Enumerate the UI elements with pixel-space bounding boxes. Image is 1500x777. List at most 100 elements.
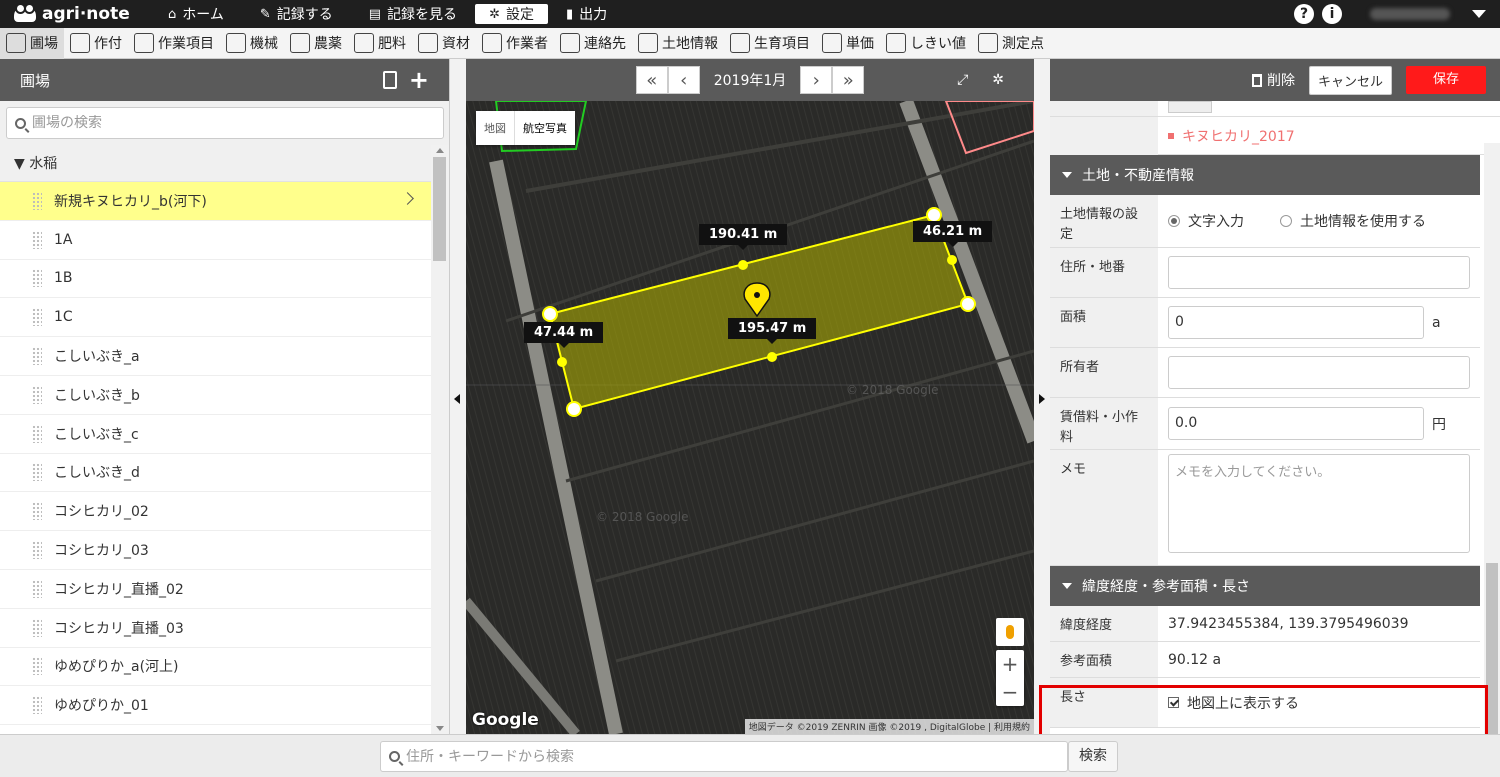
map-attribution[interactable]: 地図データ ©2019 ZENRIN 画像 ©2019 , DigitalGlo… (744, 719, 1034, 734)
category-npk[interactable]: 肥料 (348, 28, 412, 59)
list-item[interactable]: コシヒカリ_直播_02 (0, 570, 432, 609)
category-list[interactable]: 作付 (64, 28, 128, 59)
user-name-blurred[interactable] (1370, 8, 1450, 20)
list-item[interactable]: こしいぶき_c (0, 415, 432, 454)
cancel-button[interactable]: キャンセル (1308, 65, 1392, 95)
category-tractor[interactable]: 機械 (220, 28, 284, 59)
address-input[interactable] (1168, 256, 1470, 289)
scroll-down-icon[interactable] (436, 726, 444, 731)
help-icon[interactable]: ? (1294, 4, 1314, 24)
category-chart[interactable]: しきい値 (880, 28, 972, 59)
category-pin[interactable]: 圃場 (0, 27, 64, 59)
list-item[interactable]: コシヒカリ_03 (0, 531, 432, 570)
list-item[interactable]: こしいぶき_b (0, 376, 432, 415)
crop-tag[interactable]: キヌヒカリ_2017 (1168, 126, 1295, 146)
zoom-out-button[interactable]: − (996, 678, 1024, 706)
drag-handle-icon[interactable] (32, 696, 42, 715)
area-input[interactable]: 0 (1168, 306, 1424, 339)
prev-month-button[interactable]: ‹ (667, 66, 700, 94)
address-search-input[interactable] (406, 748, 1059, 765)
drag-handle-icon[interactable] (32, 347, 42, 366)
vertex-handle[interactable] (960, 296, 976, 312)
satellite-map[interactable]: © 2018 Google © 2018 Google 地図 航空写真 190.… (466, 98, 1034, 734)
next-month-button[interactable]: › (800, 66, 833, 94)
list-item[interactable]: 1C (0, 298, 432, 338)
memo-textarea[interactable]: メモを入力してください。 (1168, 454, 1470, 553)
drag-handle-icon[interactable] (32, 579, 42, 598)
radio-text-input[interactable] (1168, 215, 1180, 227)
user-menu-caret-icon[interactable] (1472, 10, 1486, 18)
category-work[interactable]: 作業項目 (128, 28, 220, 59)
drag-handle-icon[interactable] (32, 541, 42, 560)
field-search-input[interactable] (32, 115, 435, 131)
add-field-button[interactable]: + (409, 68, 429, 92)
vertex-handle[interactable] (542, 306, 558, 322)
drag-handle-icon[interactable] (32, 502, 42, 521)
nav-item-4[interactable]: ▮ 出力 (548, 0, 625, 28)
category-plant[interactable]: 生育項目 (724, 28, 816, 59)
drag-handle-icon[interactable] (32, 269, 42, 288)
rent-input[interactable]: 0.0 (1168, 407, 1424, 440)
scroll-thumb[interactable] (433, 157, 446, 261)
list-item[interactable]: 1B (0, 260, 432, 299)
nav-item-3[interactable]: ✲ 設定 (475, 4, 548, 24)
list-group-rice[interactable]: ▼ 水稲 (0, 145, 432, 182)
drag-handle-icon[interactable] (32, 657, 42, 676)
section-geo-info[interactable]: 緯度経度・参考面積・長さ (1050, 566, 1480, 606)
category-land[interactable]: 土地情報 (632, 28, 724, 59)
list-item[interactable]: 新規キヌヒカリ_b(河下) (0, 182, 432, 221)
drag-handle-icon[interactable] (32, 463, 42, 482)
category-wheelbarrow[interactable]: 資材 (412, 28, 476, 59)
list-item[interactable]: コシヒカリ_02 (0, 492, 432, 532)
map-settings-gear-icon[interactable]: ✲ (992, 72, 1004, 88)
prev-year-button[interactable]: « (635, 66, 668, 94)
list-item[interactable]: ゆめぴりか_a(河上) (0, 648, 432, 687)
next-year-button[interactable]: » (832, 66, 865, 94)
truncated-button[interactable] (1168, 101, 1212, 113)
zoom-in-button[interactable]: + (996, 650, 1024, 678)
drag-handle-icon[interactable] (32, 191, 42, 210)
detail-scrollbar[interactable] (1484, 143, 1500, 734)
list-item[interactable]: ゆめぴりか_01 (0, 686, 432, 726)
midpoint-handle[interactable] (947, 255, 957, 265)
drag-handle-icon[interactable] (32, 618, 42, 637)
drag-handle-icon[interactable] (32, 385, 42, 404)
vertex-handle[interactable] (566, 401, 582, 417)
category-marker[interactable]: 測定点 (972, 28, 1050, 59)
save-button[interactable]: 保存 (1406, 66, 1486, 94)
list-item[interactable]: こしいぶき_d (0, 454, 432, 493)
fullscreen-icon[interactable]: ⤢ (957, 72, 968, 88)
collapse-left-panel-toggle[interactable] (450, 59, 466, 734)
import-icon[interactable] (382, 71, 397, 89)
info-icon[interactable]: i (1322, 4, 1342, 24)
midpoint-handle[interactable] (557, 357, 567, 367)
midpoint-handle[interactable] (767, 352, 777, 362)
vertex-handle[interactable] (926, 207, 942, 223)
nav-item-1[interactable]: ✎ 記録する (242, 0, 351, 28)
app-logo[interactable]: agri·note (0, 3, 150, 24)
drag-handle-icon[interactable] (32, 424, 42, 443)
nav-item-0[interactable]: ⌂ ホーム (150, 0, 242, 28)
category-yen[interactable]: 単価 (816, 28, 880, 59)
category-person[interactable]: 作業者 (476, 28, 554, 59)
midpoint-handle[interactable] (738, 260, 748, 270)
field-list-scrollbar[interactable] (431, 145, 449, 734)
drag-handle-icon[interactable] (32, 230, 42, 249)
drag-handle-icon[interactable] (32, 308, 42, 327)
list-item[interactable]: こしいぶき_a (0, 337, 432, 376)
map-type-map[interactable]: 地図 (476, 111, 515, 145)
radio-use-land-info[interactable] (1280, 215, 1292, 227)
search-button[interactable]: 検索 (1068, 741, 1118, 772)
list-item[interactable]: 1A (0, 221, 432, 260)
list-item[interactable]: コシヒカリ_直播_03 (0, 609, 432, 648)
category-phone[interactable]: 連絡先 (554, 28, 632, 59)
owner-input[interactable] (1168, 356, 1470, 389)
section-land-info[interactable]: 土地・不動産情報 (1050, 155, 1480, 195)
map-type-aerial[interactable]: 航空写真 (515, 111, 575, 145)
street-view-pegman-icon[interactable] (996, 618, 1024, 646)
nav-item-2[interactable]: ▤ 記録を見る (351, 0, 475, 28)
collapse-right-panel-toggle[interactable] (1034, 59, 1050, 734)
delete-button[interactable]: 削除 (1251, 70, 1295, 90)
scroll-up-icon[interactable] (436, 148, 444, 153)
category-flask[interactable]: 農薬 (284, 28, 348, 59)
